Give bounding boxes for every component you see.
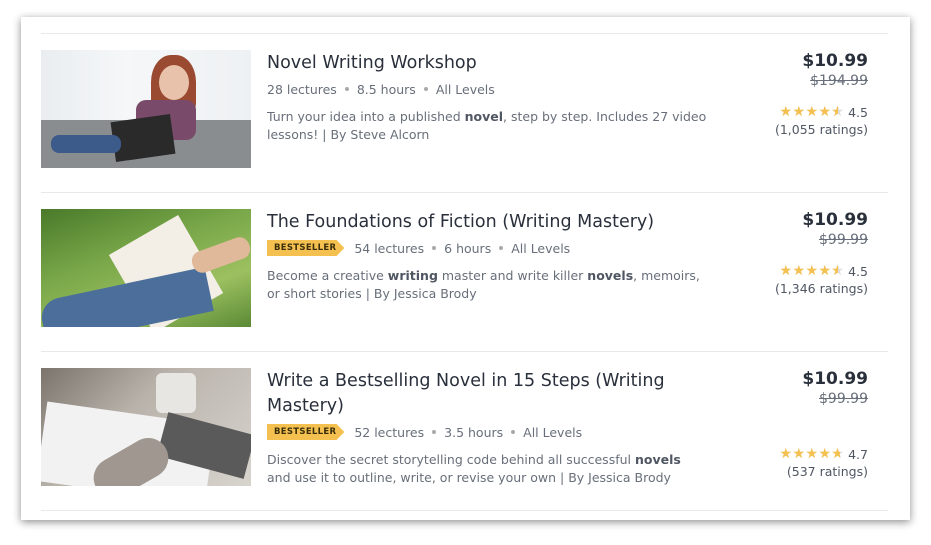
course-description: Turn your idea into a published novel, s… (267, 108, 707, 144)
description-text: Become a creative (267, 268, 388, 283)
star-icon: ★ ★ (792, 104, 806, 120)
star-icon: ★ ★ (831, 263, 845, 279)
lectures-count: 52 lectures (354, 424, 425, 440)
ratings-count: (537 ratings) (786, 464, 868, 479)
course-row[interactable]: Write a Bestselling Novel in 15 Steps (W… (41, 368, 888, 486)
course-title[interactable]: The Foundations of Fiction (Writing Mast… (267, 210, 707, 235)
course-row[interactable]: Novel Writing Workshop 28 lectures 8.5 h… (41, 50, 888, 168)
rating: ★ ★ ★ ★ ★ ★ ★ ★ ★ ★ 4.7 (779, 447, 868, 462)
star-icon: ★ ★ (792, 446, 806, 462)
ratings-count: (1,346 ratings) (774, 281, 868, 296)
description-text: master and write killer (437, 268, 588, 283)
star-icon: ★ ★ (779, 104, 793, 120)
star-rating: ★ ★ ★ ★ ★ ★ ★ ★ ★ ★ (779, 446, 845, 462)
description-text: Discover the secret storytelling code be… (267, 452, 635, 467)
original-price: $99.99 (819, 232, 868, 248)
course-title[interactable]: Write a Bestselling Novel in 15 Steps (W… (267, 369, 707, 419)
lectures-count: 54 lectures (354, 240, 425, 256)
keyword-highlight: writing (387, 268, 438, 283)
star-icon: ★ ★ (831, 104, 845, 120)
star-icon: ★ ★ (792, 263, 806, 279)
course-meta: 28 lectures 8.5 hours All Levels (267, 80, 707, 98)
current-price: $10.99 (802, 369, 868, 389)
rating-value: 4.5 (848, 105, 868, 120)
keyword-highlight: novel (464, 109, 504, 124)
star-icon: ★ ★ (805, 446, 819, 462)
description-text: Turn your idea into a published (267, 109, 465, 124)
star-icon: ★ ★ (818, 446, 832, 462)
separator-dot (344, 87, 349, 91)
lectures-count: 28 lectures (267, 81, 337, 97)
level: All Levels (523, 424, 583, 440)
divider (41, 192, 888, 193)
price-block: $10.99 $99.99 ★ ★ ★ ★ ★ ★ ★ ★ ★ ★ 4.7 (537 ratings… (779, 368, 868, 479)
star-icon: ★ ★ (805, 263, 819, 279)
star-icon: ★ ★ (779, 263, 793, 279)
duration: 6 hours (444, 240, 492, 256)
star-icon: ★ ★ (818, 263, 832, 279)
keyword-highlight: novels (587, 268, 634, 283)
divider (41, 351, 888, 352)
course-thumbnail[interactable] (41, 368, 251, 486)
bestseller-badge: BESTSELLER (267, 240, 345, 256)
star-rating: ★ ★ ★ ★ ★ ★ ★ ★ ★ ★ (779, 104, 845, 120)
ratings-count: (1,055 ratings) (774, 122, 868, 137)
level: All Levels (435, 81, 495, 97)
star-icon: ★ ★ (779, 446, 793, 462)
star-icon: ★ ★ (805, 104, 819, 120)
separator-dot (432, 246, 437, 250)
course-thumbnail[interactable] (41, 50, 251, 168)
separator-dot (499, 246, 504, 250)
course-title[interactable]: Novel Writing Workshop (267, 51, 707, 76)
course-thumbnail[interactable] (41, 209, 251, 327)
rating-value: 4.7 (848, 447, 868, 462)
level: All Levels (511, 240, 571, 256)
price-block: $10.99 $194.99 ★ ★ ★ ★ ★ ★ ★ ★ ★ ★ 4.5 (1,055 rati… (775, 50, 868, 137)
separator-dot (432, 430, 437, 434)
current-price: $10.99 (802, 51, 868, 71)
rating-value: 4.5 (848, 264, 868, 279)
keyword-highlight: novels (634, 452, 681, 467)
separator-dot (423, 87, 428, 91)
rating: ★ ★ ★ ★ ★ ★ ★ ★ ★ ★ 4.5 (775, 264, 868, 279)
duration: 8.5 hours (356, 81, 416, 97)
original-price: $194.99 (810, 73, 868, 89)
price-block: $10.99 $99.99 ★ ★ ★ ★ ★ ★ ★ ★ ★ ★ 4.5 (1,346 ratin… (775, 209, 868, 296)
divider (41, 33, 888, 34)
rating: ★ ★ ★ ★ ★ ★ ★ ★ ★ ★ 4.5 (775, 105, 868, 120)
course-row[interactable]: The Foundations of Fiction (Writing Mast… (41, 209, 888, 327)
divider (41, 510, 888, 511)
star-rating: ★ ★ ★ ★ ★ ★ ★ ★ ★ ★ (779, 263, 845, 279)
bestseller-badge: BESTSELLER (267, 424, 345, 440)
star-icon: ★ ★ (818, 104, 832, 120)
original-price: $99.99 (819, 391, 868, 407)
star-icon: ★ ★ (831, 446, 845, 462)
course-description: Become a creative writing master and wri… (267, 267, 707, 303)
course-description: Discover the secret storytelling code be… (267, 451, 707, 487)
current-price: $10.99 (802, 210, 868, 230)
course-list-card: Novel Writing Workshop 28 lectures 8.5 h… (21, 17, 910, 520)
description-text: and use it to outline, write, or revise … (267, 470, 671, 485)
separator-dot (511, 430, 516, 434)
course-meta: BESTSELLER 52 lectures 3.5 hours All Lev… (267, 423, 707, 441)
course-meta: BESTSELLER 54 lectures 6 hours All Level… (267, 239, 707, 257)
duration: 3.5 hours (444, 424, 504, 440)
